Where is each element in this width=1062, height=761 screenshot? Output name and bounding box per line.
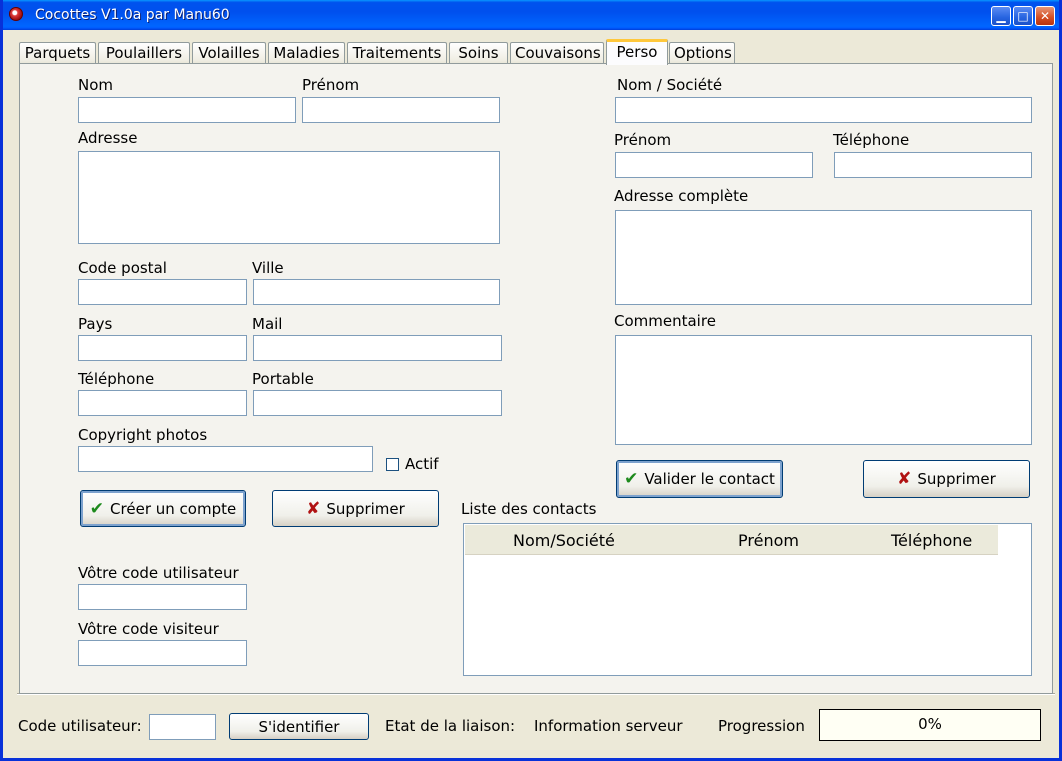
portable-input[interactable]	[253, 390, 502, 416]
code-postal-input[interactable]	[78, 279, 247, 305]
progress-bar: 0%	[819, 709, 1041, 741]
link-state-value: Information serveur	[534, 717, 683, 735]
adresse-complete-input[interactable]	[615, 210, 1032, 305]
tab-parquets[interactable]: Parquets	[19, 42, 96, 64]
nom-input[interactable]	[78, 97, 296, 123]
contact-prenom-label: Prénom	[614, 131, 672, 149]
adresse-label: Adresse	[78, 129, 138, 147]
adresse-complete-label: Adresse complète	[614, 187, 749, 205]
window-title: Cocottes V1.0a par Manu60	[35, 7, 230, 23]
code-utilisateur-input[interactable]	[149, 714, 216, 740]
mail-input[interactable]	[253, 335, 502, 361]
prenom-input[interactable]	[302, 97, 500, 123]
user-code-input[interactable]	[78, 584, 247, 610]
delete-account-button[interactable]: ✘ Supprimer	[272, 490, 439, 527]
ville-label: Ville	[252, 259, 284, 277]
contact-telephone-input[interactable]	[834, 152, 1032, 178]
copyright-input[interactable]	[78, 446, 373, 472]
title-bar[interactable]: Cocottes V1.0a par Manu60 ▁ □ ✕	[3, 0, 1059, 30]
tab-traitements[interactable]: Traitements	[347, 42, 447, 64]
perso-panel: Nom Prénom Adresse Code postal Ville Pay…	[19, 63, 1053, 694]
delete-icon: ✘	[306, 498, 321, 519]
maximize-button[interactable]: □	[1013, 6, 1033, 26]
nom-label: Nom	[78, 76, 114, 94]
contact-list-label: Liste des contacts	[461, 500, 597, 518]
close-button[interactable]: ✕	[1035, 6, 1055, 26]
tab-volailles[interactable]: Volailles	[192, 42, 266, 64]
app-window: Cocottes V1.0a par Manu60 ▁ □ ✕ Parquets…	[0, 0, 1062, 761]
telephone-input[interactable]	[78, 390, 247, 416]
create-account-button[interactable]: ✔ Créer un compte	[80, 490, 246, 527]
col-prenom[interactable]: Prénom	[738, 531, 799, 550]
col-nom-societe[interactable]: Nom/Société	[513, 531, 615, 550]
tab-perso[interactable]: Perso	[606, 39, 668, 65]
nom-societe-label: Nom / Société	[617, 76, 723, 94]
delete-contact-button[interactable]: ✘ Supprimer	[863, 460, 1030, 498]
validate-contact-button[interactable]: ✔ Valider le contact	[616, 460, 783, 498]
check-icon: ✔	[89, 498, 105, 519]
commentaire-label: Commentaire	[614, 312, 716, 330]
contact-list[interactable]: Nom/Société Prénom Téléphone	[463, 523, 1032, 676]
pays-label: Pays	[78, 315, 113, 333]
mail-label: Mail	[252, 315, 283, 333]
tab-couvaisons[interactable]: Couvaisons	[510, 42, 604, 64]
create-account-label: Créer un compte	[110, 499, 237, 518]
identify-button[interactable]: S'identifier	[229, 713, 369, 740]
delete-account-label: Supprimer	[326, 499, 405, 518]
tab-poulaillers[interactable]: Poulaillers	[98, 42, 190, 64]
contact-prenom-input[interactable]	[615, 152, 813, 178]
visitor-code-label: Vôtre code visiteur	[78, 620, 219, 638]
actif-checkbox[interactable]	[386, 458, 399, 471]
tab-soins[interactable]: Soins	[449, 42, 508, 64]
prenom-label: Prénom	[302, 76, 360, 94]
code-postal-label: Code postal	[78, 259, 167, 277]
link-state-label: Etat de la liaison:	[385, 717, 516, 735]
telephone-label: Téléphone	[78, 370, 155, 388]
nom-societe-input[interactable]	[615, 97, 1032, 123]
validate-contact-label: Valider le contact	[644, 470, 775, 488]
code-utilisateur-label: Code utilisateur:	[18, 717, 142, 735]
pays-input[interactable]	[78, 335, 247, 361]
app-icon	[9, 7, 23, 21]
commentaire-input[interactable]	[615, 335, 1032, 445]
delete-contact-label: Supprimer	[917, 470, 996, 488]
portable-label: Portable	[252, 370, 314, 388]
contact-telephone-label: Téléphone	[833, 131, 910, 149]
adresse-input[interactable]	[78, 151, 500, 244]
check-icon: ✔	[624, 469, 639, 489]
user-code-label: Vôtre code utilisateur	[78, 564, 239, 582]
actif-label: Actif	[405, 455, 439, 473]
tab-maladies[interactable]: Maladies	[268, 42, 345, 64]
identify-label: S'identifier	[258, 717, 340, 736]
ville-input[interactable]	[253, 279, 500, 305]
minimize-button[interactable]: ▁	[991, 6, 1011, 26]
contact-list-header: Nom/Société Prénom Téléphone	[465, 525, 998, 555]
col-telephone[interactable]: Téléphone	[891, 531, 972, 550]
tab-options[interactable]: Options	[669, 42, 735, 64]
visitor-code-input[interactable]	[78, 640, 247, 666]
progress-label: Progression	[718, 717, 805, 735]
copyright-label: Copyright photos	[78, 426, 208, 444]
delete-icon: ✘	[897, 469, 912, 489]
